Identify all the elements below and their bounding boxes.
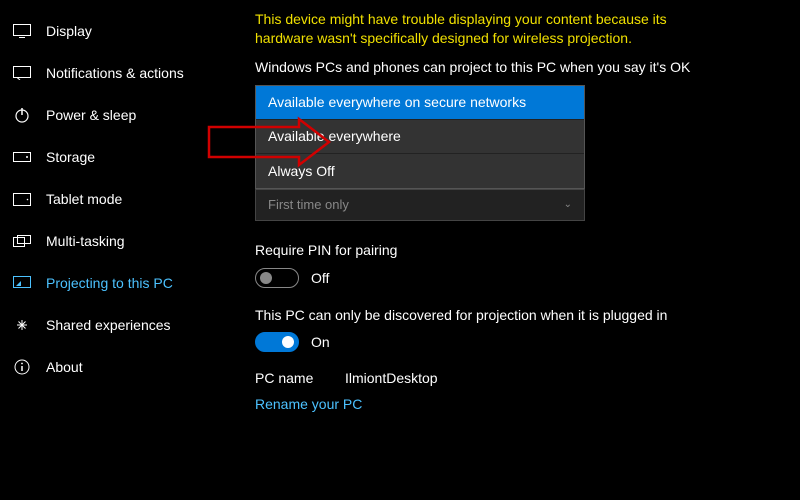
sidebar-item-label: Notifications & actions — [46, 65, 184, 81]
sidebar-item-shared[interactable]: Shared experiences — [0, 304, 255, 346]
sidebar-item-projecting[interactable]: Projecting to this PC — [0, 262, 255, 304]
sidebar-item-notifications[interactable]: Notifications & actions — [0, 52, 255, 94]
sidebar-item-multitasking[interactable]: Multi-tasking — [0, 220, 255, 262]
notifications-icon — [12, 63, 32, 83]
discover-toggle[interactable] — [255, 332, 299, 352]
about-icon — [12, 357, 32, 377]
sidebar-item-label: Display — [46, 23, 92, 39]
ask-to-project-select[interactable]: First time only ⌄ — [255, 189, 585, 221]
sidebar-item-label: Power & sleep — [46, 107, 136, 123]
tablet-icon — [12, 189, 32, 209]
dropdown-option-label: Available everywhere — [268, 128, 401, 144]
discover-label: This PC can only be discovered for proje… — [255, 306, 715, 325]
require-pin-state: Off — [311, 270, 329, 286]
sidebar-item-storage[interactable]: Storage — [0, 136, 255, 178]
pc-name-label: PC name — [255, 370, 345, 386]
discover-state: On — [311, 334, 330, 350]
projecting-icon — [12, 273, 32, 293]
chevron-down-icon: ⌄ — [564, 199, 572, 210]
sidebar-item-label: Storage — [46, 149, 95, 165]
dropdown-option-label: Available everywhere on secure networks — [268, 94, 526, 110]
sidebar-item-about[interactable]: About — [0, 346, 255, 388]
project-permission-dropdown[interactable]: Available everywhere on secure networks … — [255, 85, 585, 189]
rename-pc-link[interactable]: Rename your PC — [255, 396, 780, 412]
sidebar-item-label: Shared experiences — [46, 317, 171, 333]
shared-icon — [12, 315, 32, 335]
require-pin-label: Require PIN for pairing — [255, 241, 715, 260]
sidebar-item-power[interactable]: Power & sleep — [0, 94, 255, 136]
sidebar-item-label: About — [46, 359, 83, 375]
storage-icon — [12, 147, 32, 167]
sidebar-item-tablet[interactable]: Tablet mode — [0, 178, 255, 220]
require-pin-toggle[interactable] — [255, 268, 299, 288]
settings-sidebar: Display Notifications & actions Power & … — [0, 0, 255, 500]
sidebar-item-display[interactable]: Display — [0, 10, 255, 52]
settings-main-panel: This device might have trouble displayin… — [255, 0, 800, 500]
power-icon — [12, 105, 32, 125]
dropdown-option-label: Always Off — [268, 163, 335, 179]
sidebar-item-label: Projecting to this PC — [46, 275, 173, 291]
dropdown-option-off[interactable]: Always Off — [256, 154, 584, 188]
project-permission-label: Windows PCs and phones can project to th… — [255, 58, 715, 77]
pc-name-value: IlmiontDesktop — [345, 370, 438, 386]
pc-name-row: PC name IlmiontDesktop — [255, 370, 780, 386]
sidebar-item-label: Multi-tasking — [46, 233, 125, 249]
display-icon — [12, 21, 32, 41]
sidebar-item-label: Tablet mode — [46, 191, 122, 207]
hardware-warning: This device might have trouble displayin… — [255, 10, 715, 48]
multitasking-icon — [12, 231, 32, 251]
dropdown-option-secure[interactable]: Available everywhere on secure networks — [256, 86, 584, 120]
ask-to-project-value: First time only — [268, 197, 349, 212]
dropdown-option-everywhere[interactable]: Available everywhere — [256, 120, 584, 154]
